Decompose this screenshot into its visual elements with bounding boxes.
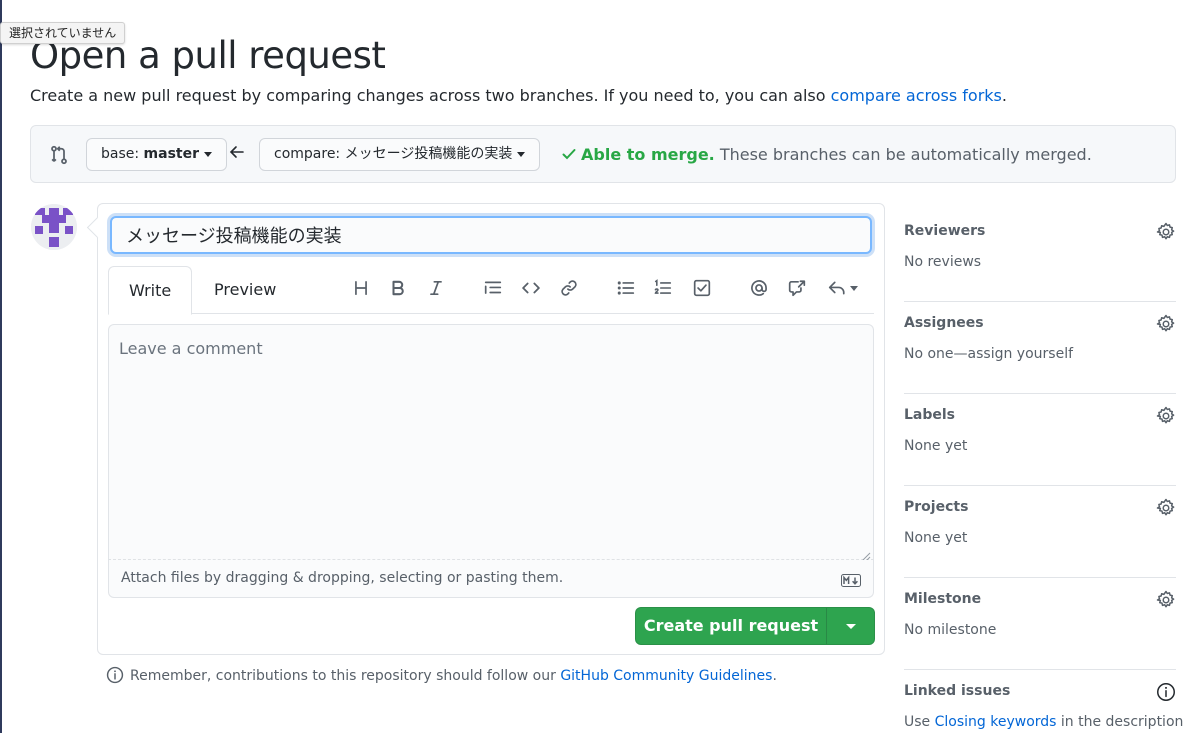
sidebar-value: No reviews [904,254,982,270]
unordered-list-icon[interactable] [612,276,640,300]
attach-files-text: Attach files by dragging & dropping, sel… [121,570,564,586]
linked-text-before: Use [904,714,935,730]
sidebar-value: No milestone [904,622,997,638]
arrow-left-icon [229,144,245,160]
gear-icon[interactable] [1156,314,1176,334]
sidebar-value: None yet [904,530,968,546]
notice-text: Remember, contributions to this reposito… [130,668,561,684]
merge-status-ok: Able to merge. [581,145,715,164]
compare-branch-select[interactable]: compare: メッセージ投稿機能の実装 [259,138,541,171]
tab-preview[interactable]: Preview [194,266,296,314]
create-pull-request-label: Create pull request [643,616,819,635]
sidebar: Reviewers No reviews Assignees No one—as… [904,210,1183,733]
caret-down-icon [204,151,213,157]
reply-icon[interactable] [823,276,863,300]
bold-icon[interactable] [384,276,412,300]
notice-period: . [772,668,777,684]
heading-icon[interactable] [347,276,375,300]
sidebar-heading: Assignees [904,315,984,331]
merge-status-detail: These branches can be automatically merg… [714,145,1092,164]
sidebar-heading: Reviewers [904,223,986,239]
check-icon [561,146,577,162]
caret-down-icon [850,285,858,291]
tooltip: 選択されていません [0,22,126,44]
closing-keywords-link[interactable]: Closing keywords [935,714,1057,730]
caret-down-icon [517,151,526,157]
compare-across-forks-link[interactable]: compare across forks [831,86,1002,105]
create-pull-request-button[interactable]: Create pull request [635,607,875,645]
link-icon[interactable] [555,276,583,300]
quote-icon[interactable] [479,276,507,300]
file-attach-bar[interactable]: Attach files by dragging & dropping, sel… [108,560,874,598]
comment-placeholder: Leave a comment [119,339,263,358]
gear-icon[interactable] [1156,590,1176,610]
tab-write[interactable]: Write [108,266,193,315]
cross-reference-icon[interactable] [783,276,811,300]
subtitle-text: Create a new pull request by comparing c… [30,86,831,105]
gear-icon[interactable] [1156,406,1176,426]
resize-handle-icon[interactable] [861,547,871,562]
base-branch-select[interactable]: base: master [86,138,228,171]
gear-icon[interactable] [1156,222,1176,242]
sidebar-linked-issues: Linked issues Use Closing keywords in th… [904,670,1183,733]
linked-text-after: in the description [1056,714,1184,730]
sidebar-heading: Milestone [904,591,982,607]
window-edge [0,0,2,733]
contribution-notice: Remember, contributions to this reposito… [106,666,777,684]
merge-status: Able to merge. These branches can be aut… [561,145,1092,164]
page-subtitle: Create a new pull request by comparing c… [30,86,1007,105]
markdown-icon[interactable] [841,572,861,587]
task-list-icon[interactable] [688,276,716,300]
sidebar-heading: Linked issues [904,683,1011,699]
create-options-dropdown[interactable] [826,608,874,644]
pull-request-form: Write Preview Leave a comment Attach fil… [97,203,885,655]
sidebar-assignees: Assignees No one—assign yourself [904,302,1176,394]
sidebar-value: No one—assign yourself [904,346,1074,362]
gear-icon[interactable] [1156,498,1176,518]
caret-down-icon [846,624,856,629]
editor-tabs: Write Preview [108,266,874,315]
subtitle-period: . [1001,86,1007,105]
sidebar-labels: Labels None yet [904,394,1176,486]
title-input[interactable] [110,216,872,254]
sidebar-reviewers: Reviewers No reviews [904,210,1176,302]
ordered-list-icon[interactable] [649,276,677,300]
sidebar-value: Use Closing keywords in the description [904,714,1183,730]
mention-icon[interactable] [745,276,773,300]
code-icon[interactable] [517,276,545,300]
compare-prefix: compare: [274,146,345,162]
base-branch-name: master [143,146,200,162]
info-icon [106,666,124,684]
sidebar-projects: Projects None yet [904,486,1176,578]
comment-textarea[interactable]: Leave a comment [108,324,874,562]
sidebar-milestone: Milestone No milestone [904,578,1176,670]
sidebar-value: None yet [904,438,968,454]
avatar[interactable] [31,204,77,250]
sidebar-heading: Projects [904,499,969,515]
info-icon[interactable] [1156,682,1176,702]
sidebar-heading: Labels [904,407,956,423]
branch-range-bar: base: master compare: メッセージ投稿機能の実装 Able … [30,125,1176,183]
git-compare-icon [49,145,69,165]
compare-branch-name: メッセージ投稿機能の実装 [344,146,513,162]
base-prefix: base: [101,146,144,162]
italic-icon[interactable] [422,276,450,300]
community-guidelines-link[interactable]: GitHub Community Guidelines [560,668,772,684]
